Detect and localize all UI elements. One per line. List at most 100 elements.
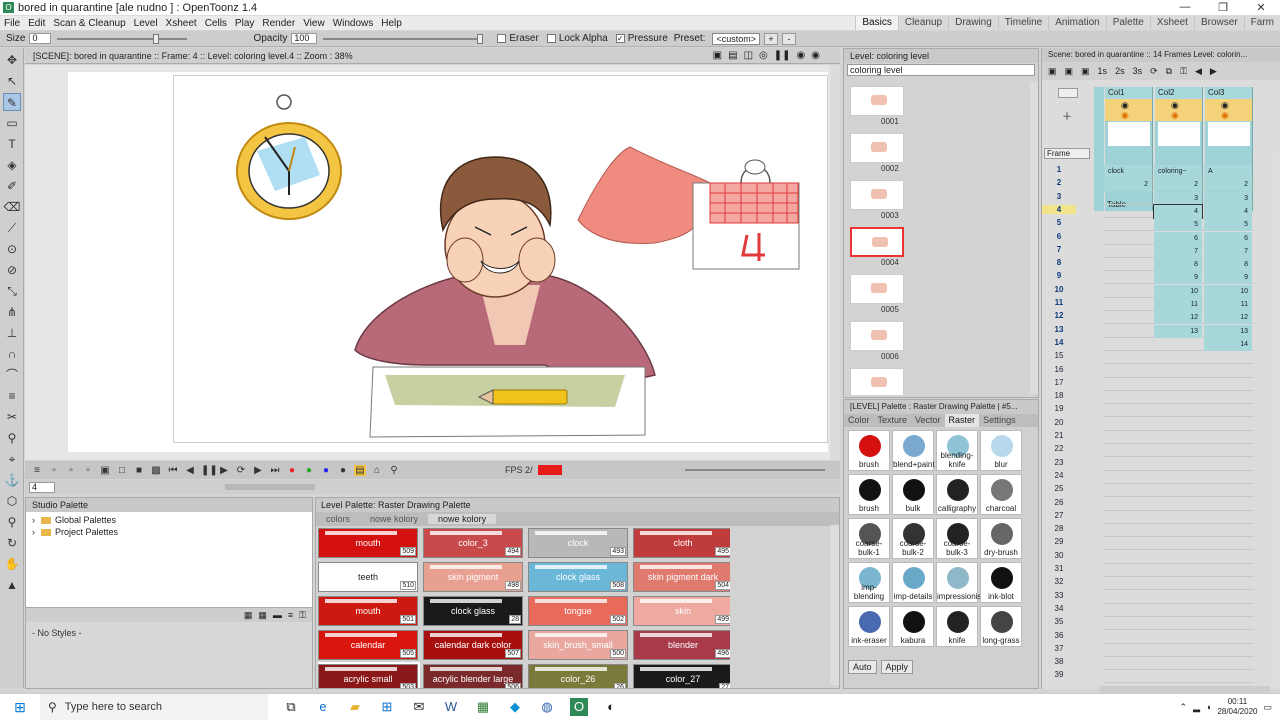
style-swatch[interactable]: calendar dark color 507	[423, 630, 523, 660]
xsheet-cell[interactable]: 5	[1204, 218, 1252, 232]
raster-brush-preset[interactable]: long-grass	[980, 606, 1022, 647]
play-icon[interactable]: ▶	[218, 465, 230, 476]
fill-tool-icon[interactable]: ◈	[3, 156, 21, 174]
xsheet-cell[interactable]: 11	[1204, 298, 1252, 311]
xsheet-row-number[interactable]: 17	[1042, 378, 1076, 387]
menu-help[interactable]: Help	[377, 18, 406, 29]
level-selector[interactable]: coloring level	[847, 64, 1035, 76]
xsheet-cell[interactable]: 13	[1154, 324, 1202, 338]
tab-vector[interactable]: Vector	[911, 414, 945, 427]
style-swatch[interactable]: mouth 501	[318, 596, 418, 626]
palette-mode-icon[interactable]: ▦	[244, 608, 253, 622]
paint-brush-tool-icon[interactable]: ✐	[3, 177, 21, 195]
xsheet-row-number[interactable]: 36	[1042, 631, 1076, 640]
app-circle-icon[interactable]: ◐	[602, 698, 620, 716]
new-raster-level-icon[interactable]: ▣	[1081, 66, 1090, 77]
xsheet-row-number[interactable]: 12	[1042, 311, 1076, 320]
raster-brush-preset[interactable]: brush	[848, 474, 890, 515]
xsheet-cell[interactable]: 12	[1154, 311, 1202, 325]
style-swatch[interactable]: skin pigment dark 504	[633, 562, 730, 592]
style-swatch[interactable]: teeth 510	[318, 562, 418, 592]
add-column-icon[interactable]: ＋	[1062, 108, 1094, 123]
opacity-slider[interactable]	[323, 33, 484, 44]
size-field[interactable]: 0	[29, 33, 52, 44]
size-slider-handle[interactable]	[153, 33, 160, 44]
raster-brush-preset[interactable]: calligraphy	[936, 474, 978, 515]
style-swatch[interactable]: cloth 495	[633, 528, 730, 558]
opentoonz-taskbar-icon[interactable]: O	[570, 698, 588, 716]
camera-column-header[interactable]: ＋	[1054, 88, 1094, 144]
menu-edit[interactable]: Edit	[24, 18, 49, 29]
preset-dropdown[interactable]: <custom>	[712, 32, 760, 45]
xsheet-cell[interactable]: 10	[1204, 284, 1252, 298]
xsheet-cell[interactable]: 8	[1204, 258, 1252, 272]
style-swatch[interactable]: clock 493	[528, 528, 628, 558]
xsheet-row-number[interactable]: 31	[1042, 564, 1076, 573]
expand-icon[interactable]: ›	[32, 526, 35, 538]
frame-display-dropdown[interactable]: Frame	[1044, 148, 1090, 159]
tree-item-project-palettes[interactable]: › Project Palettes	[26, 526, 312, 538]
xsheet-cell[interactable]: 9	[1204, 271, 1252, 285]
xsheet-row-number[interactable]: 29	[1042, 537, 1076, 546]
collapse-toolbar-icon[interactable]: ▲	[3, 576, 21, 594]
style-swatch[interactable]: calendar 505	[318, 630, 418, 660]
raster-brush-preset[interactable]: knife	[936, 606, 978, 647]
zoom-icon[interactable]: ⚲	[388, 465, 400, 476]
xsheet-row-number[interactable]: 21	[1042, 431, 1076, 440]
table-view-icon[interactable]: ▤	[728, 50, 737, 61]
room-tab-palette[interactable]: Palette	[1105, 16, 1150, 30]
xsheet-cell[interactable]: 2	[1204, 178, 1252, 192]
new-toonz-raster-level-icon[interactable]: ▣	[1065, 66, 1074, 77]
xsheet-row-number[interactable]: 19	[1042, 404, 1076, 413]
geometric-tool-icon[interactable]: ▭	[3, 114, 21, 132]
xsheet-row-number[interactable]: 11	[1042, 298, 1076, 307]
xsheet-cell[interactable]: 5	[1154, 218, 1202, 232]
room-tab-xsheet[interactable]: Xsheet	[1149, 16, 1194, 30]
menu-view[interactable]: View	[299, 18, 329, 29]
style-swatch[interactable]: color_26 26	[528, 664, 628, 688]
compare-icon[interactable]: ▫	[82, 465, 94, 476]
menu-play[interactable]: Play	[231, 18, 258, 29]
xsheet-row-number[interactable]: 10	[1042, 285, 1076, 294]
style-swatch[interactable]: skin 499	[633, 596, 730, 626]
xsheet-cell[interactable]: 12	[1204, 311, 1252, 325]
room-tab-drawing[interactable]: Drawing	[948, 16, 998, 30]
style-swatch[interactable]: blender 496	[633, 630, 730, 660]
xsheet-cell[interactable]: 6	[1154, 231, 1202, 245]
raster-brush-preset[interactable]: ink-blot	[980, 562, 1022, 603]
palette-page-tab-colors[interactable]: colors	[316, 514, 360, 524]
skeleton-tool-icon[interactable]: ⚲	[3, 429, 21, 447]
xsheet-row-number[interactable]: 2	[1042, 178, 1076, 187]
task-view-icon[interactable]: ⧉	[282, 698, 300, 716]
close-button[interactable]: ✕	[1242, 1, 1280, 14]
palette-lock-icon[interactable]: ⚿	[299, 608, 306, 622]
zoom-tool-icon[interactable]: ⚲	[3, 513, 21, 531]
notifications-icon[interactable]: ▭	[1263, 702, 1272, 713]
taskbar-search[interactable]: ⚲ Type here to search	[40, 693, 268, 720]
viewer-scrollbar[interactable]	[830, 65, 840, 460]
save-icon[interactable]: ▫	[48, 465, 60, 476]
xsheet-row-number[interactable]: 3	[1042, 192, 1076, 201]
browser-icon[interactable]: ◍	[538, 698, 556, 716]
xsheet-row-number[interactable]: 24	[1042, 471, 1076, 480]
raster-brush-preset[interactable]: kabura	[892, 606, 934, 647]
xsheet-cell[interactable]: 13	[1204, 324, 1252, 338]
repeat-icon[interactable]: ⟳	[1150, 66, 1158, 77]
selection-tool-icon[interactable]: ↖	[3, 72, 21, 90]
auto-apply-button[interactable]: Auto	[848, 660, 877, 674]
type-tool-icon[interactable]: T	[3, 135, 21, 153]
alpha-channel-icon[interactable]: ●	[337, 465, 349, 476]
pause-icon[interactable]: ❚❚	[201, 465, 218, 476]
last-frame-icon[interactable]: ⏭	[269, 465, 281, 476]
opacity-field[interactable]: 100	[291, 33, 318, 44]
xsheet-row-number[interactable]: 6	[1042, 232, 1076, 241]
add-preset-button[interactable]: +	[763, 32, 778, 45]
hand-tool-icon[interactable]: ✋	[3, 555, 21, 573]
store-icon[interactable]: ⊞	[378, 698, 396, 716]
raster-brush-preset[interactable]: charcoal	[980, 474, 1022, 515]
room-tab-animation[interactable]: Animation	[1048, 16, 1106, 30]
xsheet-row-number[interactable]: 9	[1042, 271, 1076, 280]
xsheet-cell[interactable]: 2	[1104, 178, 1152, 192]
minimize-button[interactable]: —	[1166, 1, 1204, 14]
black-bg-icon[interactable]: ■	[133, 465, 145, 476]
